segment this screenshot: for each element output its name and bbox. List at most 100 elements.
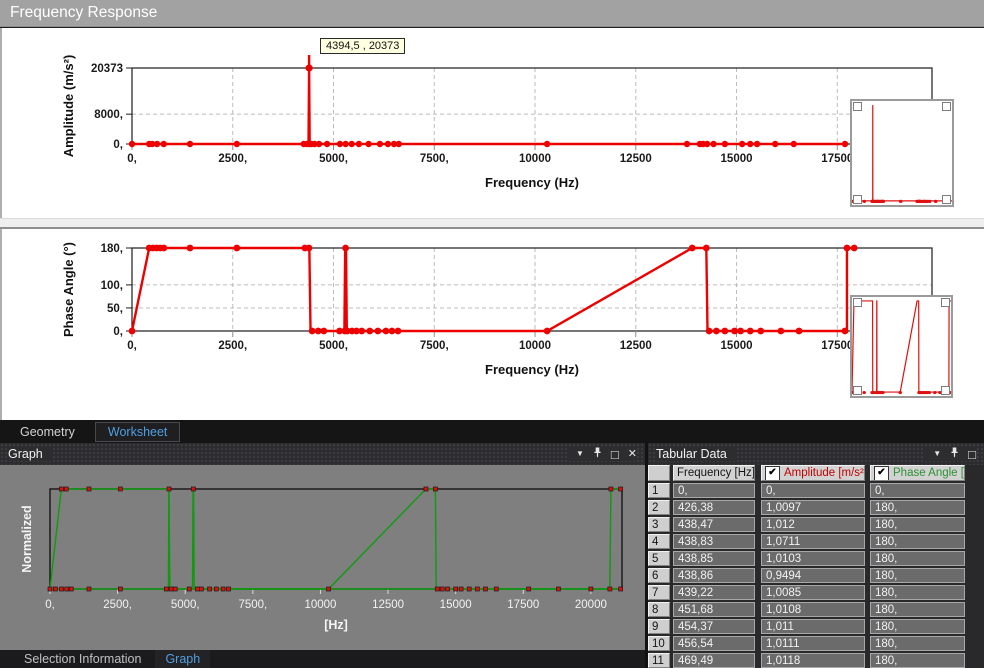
table-cell[interactable]: 0, [673, 483, 755, 498]
pin-icon[interactable] [950, 447, 959, 461]
phase-angle-checkbox[interactable]: ✔ [874, 466, 889, 481]
row-number-cell[interactable]: 8 [648, 602, 670, 617]
tab-selection-information[interactable]: Selection Information [14, 650, 151, 668]
table-cell[interactable]: 1,0711 [761, 534, 865, 549]
row-number-cell[interactable]: 9 [648, 619, 670, 634]
tab-graph[interactable]: Graph [155, 650, 210, 668]
thumbnail-handle-icon[interactable] [853, 298, 862, 307]
column-header-amplitude[interactable]: ✔ Amplitude [m/s²] [761, 465, 865, 481]
table-cell[interactable]: 1,0118 [761, 653, 865, 668]
tab-geometry[interactable]: Geometry [8, 423, 87, 441]
graph-panel-header: Graph ▼□✕ [0, 443, 645, 465]
row-number-cell[interactable]: 3 [648, 517, 670, 532]
table-row[interactable]: 5438,85 1,0103 180, [648, 551, 984, 566]
chevron-down-icon[interactable]: ▼ [576, 450, 584, 458]
table-cell[interactable]: 180, [870, 517, 965, 532]
close-icon[interactable]: ✕ [628, 449, 637, 460]
row-number-cell[interactable]: 11 [648, 653, 670, 668]
row-number-cell[interactable]: 6 [648, 568, 670, 583]
column-header-label: Frequency [Hz] [677, 467, 755, 479]
svg-text:10000: 10000 [519, 340, 551, 352]
svg-text:0,: 0, [45, 599, 55, 611]
thumbnail-handle-icon[interactable] [941, 298, 950, 307]
table-row[interactable]: 6438,86 0,9494 180, [648, 568, 984, 583]
table-cell[interactable]: 180, [870, 653, 965, 668]
table-cell[interactable]: 1,0103 [761, 551, 865, 566]
tabular-data-header: Tabular Data ▼□ [648, 443, 984, 465]
table-cell[interactable]: 180, [870, 534, 965, 549]
table-cell[interactable]: 439,22 [673, 585, 755, 600]
table-cell[interactable]: 0, [870, 483, 965, 498]
amplitude-thumbnail-plot [852, 101, 952, 205]
svg-text:10000: 10000 [519, 153, 551, 165]
table-row[interactable]: 3438,47 1,012 180, [648, 517, 984, 532]
table-cell[interactable]: 426,38 [673, 500, 755, 515]
table-cell[interactable]: 180, [870, 500, 965, 515]
thumbnail-handle-icon[interactable] [853, 195, 862, 204]
panel-divider[interactable] [0, 218, 984, 229]
column-header-phase-angle[interactable]: ✔Phase Angle [°] [870, 465, 965, 481]
table-cell[interactable]: 438,83 [673, 534, 755, 549]
thumbnail-handle-icon[interactable] [853, 386, 862, 395]
pin-icon[interactable] [593, 447, 602, 461]
table-cell[interactable]: 180, [870, 585, 965, 600]
thumbnail-handle-icon[interactable] [942, 195, 951, 204]
table-cell[interactable]: 456,54 [673, 636, 755, 651]
maximize-icon[interactable]: □ [968, 448, 976, 461]
table-row[interactable]: 10456,54 1,0111 180, [648, 636, 984, 651]
row-number-cell[interactable]: 2 [648, 500, 670, 515]
amplitude-chart-panel: 0,2500,5000,7500,100001250015000175000,8… [0, 28, 984, 218]
row-number-cell[interactable]: 5 [648, 551, 670, 566]
column-header-frequency[interactable]: Frequency [Hz] [673, 465, 755, 481]
column-header-label: Amplitude [m/s²] [784, 467, 865, 479]
table-cell[interactable]: 1,011 [761, 619, 865, 634]
table-cell[interactable]: 1,012 [761, 517, 865, 532]
table-cell[interactable]: 451,68 [673, 602, 755, 617]
row-number-cell[interactable]: 1 [648, 483, 670, 498]
table-cell[interactable]: 1,0108 [761, 602, 865, 617]
table-row[interactable]: 8451,68 1,0108 180, [648, 602, 984, 617]
table-cell[interactable]: 180, [870, 619, 965, 634]
row-number-cell[interactable]: 4 [648, 534, 670, 549]
svg-text:Frequency (Hz): Frequency (Hz) [485, 362, 579, 377]
svg-text:2500,: 2500, [218, 153, 247, 165]
row-number-cell[interactable]: 10 [648, 636, 670, 651]
maximize-icon[interactable]: □ [611, 448, 619, 461]
svg-text:15000: 15000 [721, 340, 753, 352]
svg-text:17500: 17500 [821, 153, 853, 165]
table-row[interactable]: 4438,83 1,0711 180, [648, 534, 984, 549]
table-cell[interactable]: 438,47 [673, 517, 755, 532]
tab-worksheet[interactable]: Worksheet [95, 422, 181, 442]
table-row[interactable]: 7439,22 1,0085 180, [648, 585, 984, 600]
table-cell[interactable]: 1,0111 [761, 636, 865, 651]
chevron-down-icon[interactable]: ▼ [933, 450, 941, 458]
table-row[interactable]: 11469,49 1,0118 180, [648, 653, 984, 668]
table-cell[interactable]: 180, [870, 551, 965, 566]
amplitude-chart: 0,2500,5000,7500,100001250015000175000,8… [2, 28, 984, 218]
row-number-cell[interactable]: 7 [648, 585, 670, 600]
table-cell[interactable]: 0,9494 [761, 568, 865, 583]
table-corner-cell [648, 465, 670, 481]
table-cell[interactable]: 1,0085 [761, 585, 865, 600]
table-cell[interactable]: 469,49 [673, 653, 755, 668]
thumbnail-handle-icon[interactable] [941, 386, 950, 395]
table-row[interactable]: 2426,38 1,0097 180, [648, 500, 984, 515]
table-cell[interactable]: 438,85 [673, 551, 755, 566]
amplitude-chart-thumbnail[interactable] [850, 99, 954, 207]
table-cell[interactable]: 438,86 [673, 568, 755, 583]
thumbnail-handle-icon[interactable] [853, 102, 862, 111]
table-cell[interactable]: 180, [870, 602, 965, 617]
svg-text:7500,: 7500, [420, 153, 449, 165]
table-cell[interactable]: 1,0097 [761, 500, 865, 515]
table-row[interactable]: 9454,37 1,011 180, [648, 619, 984, 634]
table-cell[interactable]: 0, [761, 483, 865, 498]
table-cell[interactable]: 454,37 [673, 619, 755, 634]
phase-chart-thumbnail[interactable] [850, 295, 953, 398]
table-cell[interactable]: 180, [870, 636, 965, 651]
table-cell[interactable]: 180, [870, 568, 965, 583]
amplitude-checkbox[interactable]: ✔ [765, 466, 780, 481]
frequency-response-window: Frequency Response 0,2500,5000,7500,1000… [0, 0, 984, 668]
svg-text:17500: 17500 [507, 599, 539, 611]
table-row[interactable]: 10,0,0, [648, 483, 984, 498]
thumbnail-handle-icon[interactable] [942, 102, 951, 111]
